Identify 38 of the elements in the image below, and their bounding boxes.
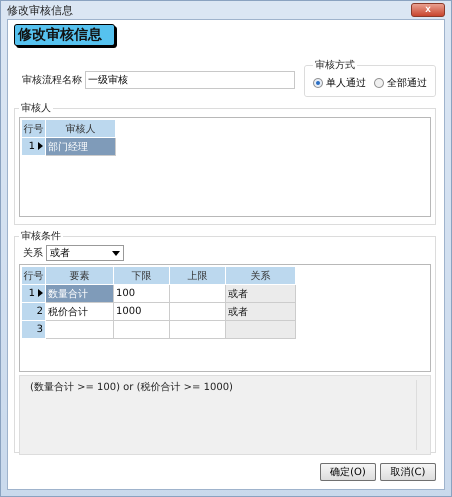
table-cell[interactable] <box>170 284 226 302</box>
row-number: 1 <box>22 284 46 302</box>
column-header: 行号 <box>22 120 46 138</box>
table-cell[interactable] <box>46 320 114 338</box>
radio-option[interactable]: 单人通过 <box>313 76 366 90</box>
column-header: 下限 <box>114 266 170 284</box>
table-cell[interactable]: 或者 <box>226 302 296 320</box>
column-header: 要素 <box>46 266 114 284</box>
field-label: 关系 <box>23 246 43 260</box>
row-number: 1 <box>22 138 46 156</box>
column-header: 行号 <box>22 266 46 284</box>
expression-text: (数量合计 >= 100) or (税价合计 >= 1000) <box>30 380 233 395</box>
table-cell[interactable]: 100 <box>114 284 170 302</box>
table-cell[interactable] <box>114 320 170 338</box>
table-cell[interactable] <box>170 302 226 320</box>
column-header: 上限 <box>170 266 226 284</box>
table-cell[interactable]: 1000 <box>114 302 170 320</box>
group-title: 审核人 <box>20 102 52 115</box>
group-title: 审核条件 <box>20 230 62 243</box>
column-header: 关系 <box>226 266 296 284</box>
header-label: 修改审核信息 <box>14 24 115 46</box>
row-number: 3 <box>22 320 46 338</box>
column-header: 审核人 <box>46 120 116 138</box>
caret-icon <box>112 250 120 256</box>
ok-button[interactable]: 确定(O) <box>320 463 376 481</box>
table-cell[interactable]: 或者 <box>226 284 296 302</box>
field-label: 审核流程名称 <box>22 74 82 87</box>
table-cell[interactable]: 税价合计 <box>46 302 114 320</box>
table-cell[interactable] <box>170 320 226 338</box>
window-title: 修改审核信息 <box>7 2 73 18</box>
cancel-button[interactable]: 取消(C) <box>380 463 436 481</box>
table-cell[interactable] <box>226 320 296 338</box>
name-field[interactable]: 一级审核 <box>85 71 295 89</box>
relation-dropdown[interactable]: 或者 <box>46 245 124 261</box>
group-title: 审核方式 <box>314 58 356 72</box>
expression-box[interactable]: (数量合计 >= 100) or (税价合计 >= 1000) <box>19 375 431 455</box>
row-number: 2 <box>22 302 46 320</box>
radio-option[interactable]: 全部通过 <box>374 76 427 90</box>
